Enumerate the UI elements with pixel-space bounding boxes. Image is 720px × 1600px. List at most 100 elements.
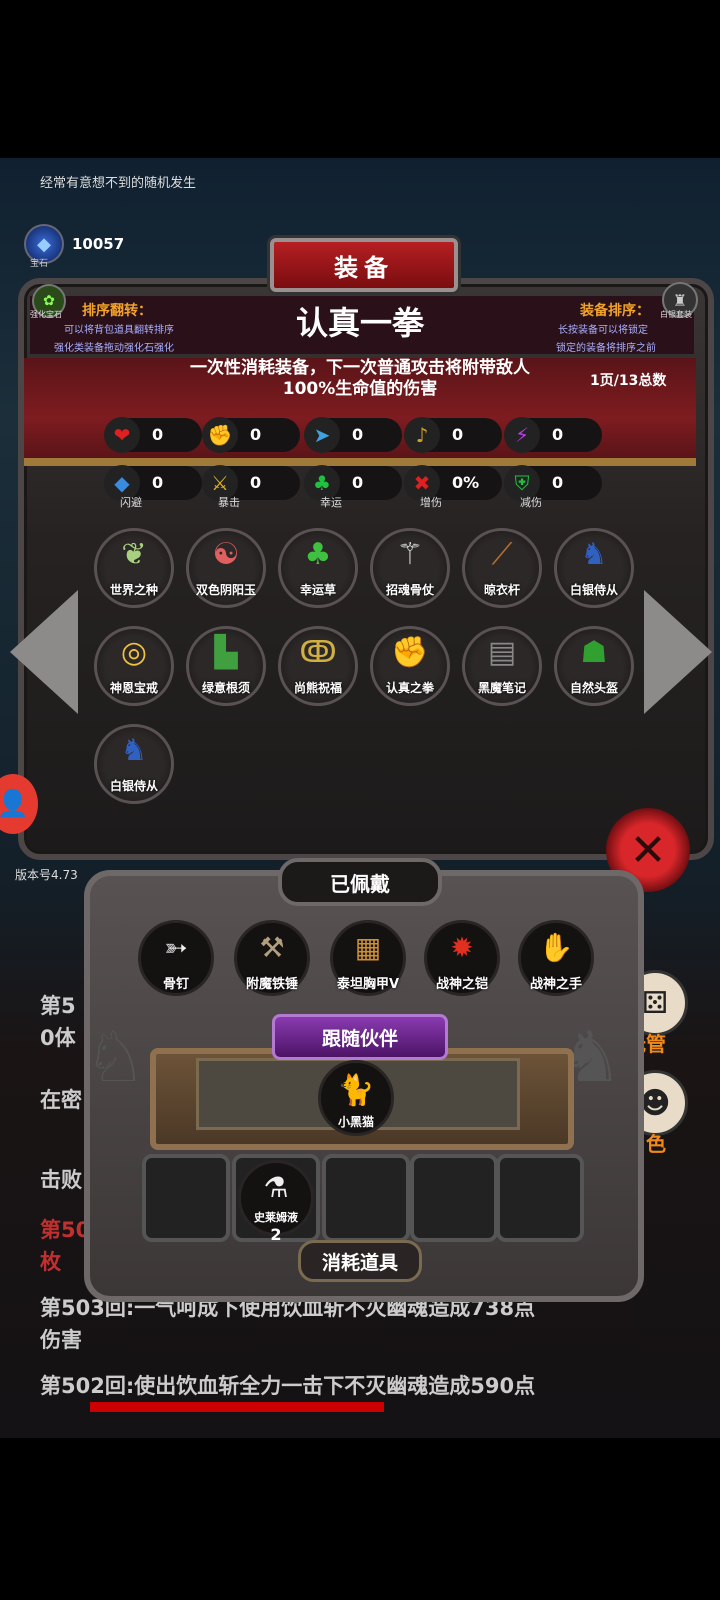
slime-potion-item[interactable]: ⚗ 史莱姆液 2 [238, 1160, 314, 1244]
inventory-item-name: 认真之拳 [385, 681, 434, 695]
inventory-item-name: 招魂骨仗 [385, 583, 434, 597]
progress-bar [90, 1402, 384, 1412]
consumable-name: 史莱姆液 [254, 1211, 298, 1224]
speed-icon: ➤ [304, 417, 340, 453]
inventory-item[interactable]: ☗ 自然头盔 [554, 626, 634, 706]
sort-reverse-button[interactable]: 排序翻转： [82, 300, 152, 320]
companion-title: 跟随伙伴 [272, 1014, 448, 1060]
stat-lightning: ⚡ 0 [504, 417, 602, 453]
log-line: 第50 [40, 1218, 91, 1242]
equipped-item-name: 骨钉 [162, 977, 189, 992]
next-page-arrow-icon[interactable] [644, 590, 712, 714]
stat-label: 增伤 [420, 496, 442, 509]
knight-icon: ♞ [580, 537, 608, 572]
inventory-item[interactable]: ↂ 尚熊祝福 [278, 626, 358, 706]
stat-value: 0 [250, 425, 262, 444]
log-line: 枚 [40, 1250, 61, 1274]
inventory-item-name: 绿意根须 [201, 681, 250, 695]
stat-label: 暴击 [218, 496, 240, 509]
fist-icon: ✊ [391, 635, 429, 670]
lightning-icon: ⚡ [504, 417, 540, 453]
page-indicator: 1页/13总数 [590, 373, 667, 389]
equipped-item[interactable]: ▦ 泰坦胸甲V [330, 920, 406, 996]
stat-value: 0 [250, 473, 262, 492]
equipped-item[interactable]: ✹ 战神之铠 [424, 920, 500, 996]
stat-value: 0 [552, 425, 564, 444]
inventory-item[interactable]: ⚚ 招魂骨仗 [370, 528, 450, 608]
inventory-item[interactable]: ◎ 神恩宝戒 [94, 626, 174, 706]
inventory-item[interactable]: ☯ 双色阴阳玉 [186, 528, 266, 608]
stat-speed: ➤ 0 [304, 417, 402, 453]
stat-value: 0 [452, 425, 464, 444]
version-label: 版本号4.73 [15, 868, 78, 882]
companion-name: 小黑猫 [337, 1115, 374, 1129]
inventory-item-name: 白银侍从 [569, 583, 618, 597]
inventory-item-name: 尚熊祝福 [293, 681, 342, 695]
inventory-item[interactable]: ♣ 幸运草 [278, 528, 358, 608]
tip-text: 经常有意想不到的随机发生 [40, 176, 197, 191]
stat-value: 0 [152, 473, 164, 492]
equipped-item-name: 战神之铠 [435, 977, 488, 992]
harp-icon: ♪ [404, 417, 440, 453]
gem-count: 10057 [72, 235, 125, 253]
inventory-item[interactable]: ♞ 白银侍从 [94, 724, 174, 804]
inventory-item[interactable]: ✊ 认真之拳 [370, 626, 450, 706]
inventory-item-name: 世界之种 [109, 583, 158, 597]
stick-icon: ⟋ [491, 537, 513, 572]
stat-value: 0 [552, 473, 564, 492]
knight-icon: ♞ [120, 733, 148, 768]
equip-sort-button[interactable]: 装备排序： [580, 300, 650, 320]
stat-label: 减伤 [520, 496, 542, 509]
companion-slot[interactable]: 🐈 小黑猫 [318, 1060, 394, 1136]
strengthen-gem-label: 强化宝石 [30, 310, 62, 319]
stat-value: 0 [352, 425, 364, 444]
war-armor-icon: ✹ [450, 931, 474, 964]
staff-icon: ⚚ [396, 537, 424, 572]
consumable-slot-empty[interactable] [496, 1154, 584, 1242]
dragon-statue-left-icon: ♘ [84, 1016, 147, 1098]
inventory-item-name: 自然头盔 [569, 681, 618, 695]
equipped-item[interactable]: ✋ 战神之手 [518, 920, 594, 996]
armor-icon: ▦ [354, 931, 382, 964]
item-description: 一次性消耗装备，下一次普通攻击将附带敌人100%生命值的伤害 [190, 358, 530, 399]
clover-icon: ♣ [304, 537, 332, 572]
inventory-item-name: 白银侍从 [109, 779, 158, 793]
heart-icon: ❤ [104, 417, 140, 453]
inventory-item[interactable]: ♞ 白银侍从 [554, 528, 634, 608]
equipped-item[interactable]: ⚒ 附魔铁锤 [234, 920, 310, 996]
log-line: 第502回:使出饮血斩全力一击下不灭幽魂造成590点 [40, 1374, 536, 1398]
equipped-item-name: 附魔铁锤 [245, 977, 298, 992]
stat-swords: ✖ 0% 增伤 [404, 465, 502, 509]
stat-clover: ♣ 0 幸运 [304, 465, 402, 509]
equipped-item[interactable]: ➳ 骨钉 [138, 920, 214, 996]
consumable-count: 2 [270, 1225, 282, 1244]
equip-sort-hint: 锁定的装备将排序之前 [556, 343, 656, 354]
inventory-item[interactable]: ❦ 世界之种 [94, 528, 174, 608]
stat-value: 0% [452, 473, 480, 492]
consumable-slot-empty[interactable] [142, 1154, 230, 1242]
hammer-icon: ⚒ [259, 931, 285, 964]
inventory-item[interactable]: ⟋ 晾衣杆 [462, 528, 542, 608]
equip-sort-hint: 长按装备可以将锁定 [558, 325, 648, 336]
prev-page-arrow-icon[interactable] [10, 590, 78, 714]
inventory-item[interactable]: ▙ 绿意根须 [186, 626, 266, 706]
consumables-title: 消耗道具 [298, 1240, 422, 1282]
book-icon: ▤ [487, 635, 517, 670]
stat-harp: ♪ 0 [404, 417, 502, 453]
inventory-item[interactable]: ▤ 黑魔笔记 [462, 626, 542, 706]
log-line: 第5 [40, 994, 76, 1018]
sort-reverse-hint: 可以将背包道具翻转排序 [64, 325, 174, 336]
cat-icon: 🐈 [337, 1073, 375, 1108]
inventory-item-name: 幸运草 [299, 583, 336, 597]
seed-icon: ❦ [121, 537, 147, 572]
consumable-slot-empty[interactable] [322, 1154, 410, 1242]
yinyang-icon: ☯ [212, 537, 240, 572]
consumable-slot-empty[interactable] [410, 1154, 498, 1242]
item-name: 认真一拳 [295, 304, 424, 342]
stat-crit: ⚔ 0 暴击 [202, 465, 300, 509]
stat-label: 闪避 [120, 496, 142, 509]
equipped-item-name: 泰坦胸甲V [336, 977, 400, 992]
stat-value: 0 [352, 473, 364, 492]
inventory-item-name: 神恩宝戒 [109, 681, 158, 695]
bone-nail-icon: ➳ [164, 931, 188, 964]
